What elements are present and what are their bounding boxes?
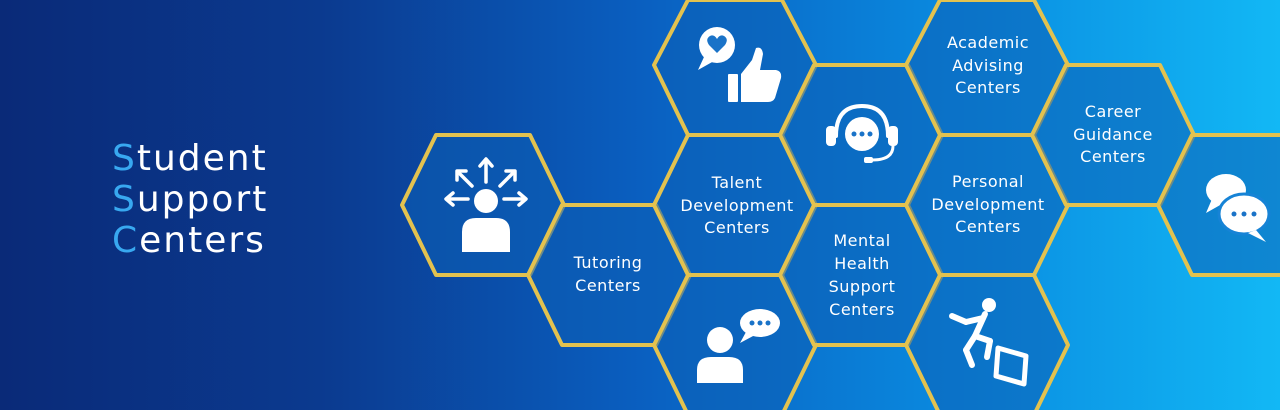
hexagon-grid: Tutoring Centers Talent Development Cent… bbox=[400, 0, 1280, 410]
hex-label-line: Tutoring bbox=[573, 253, 643, 272]
hex-label-line: Support bbox=[829, 277, 896, 296]
student-support-banner: Student Support Centers Tutoring Centers… bbox=[0, 0, 1280, 410]
hex-growth bbox=[904, 273, 1070, 410]
hex-label-line: Centers bbox=[829, 300, 895, 319]
hex-label-line: Personal bbox=[952, 172, 1024, 191]
hex-label-line: Centers bbox=[955, 217, 1021, 236]
hex-label-line: Academic bbox=[947, 33, 1029, 52]
hex-label-line: Advising bbox=[952, 56, 1024, 75]
hex-label-line: Talent bbox=[711, 173, 763, 192]
hex-label-line: Development bbox=[931, 195, 1044, 214]
hex-label-line: Guidance bbox=[1073, 125, 1153, 144]
hex-label-line: Centers bbox=[955, 78, 1021, 97]
hex-label-line: Development bbox=[680, 196, 793, 215]
hex-label-line: Career bbox=[1085, 102, 1141, 121]
hex-label-line: Centers bbox=[704, 218, 770, 237]
hex-label-line: Centers bbox=[575, 276, 641, 295]
hex-label-line: Mental bbox=[833, 231, 890, 250]
hex-label-line: Health bbox=[834, 254, 890, 273]
hex-label-line: Centers bbox=[1080, 147, 1146, 166]
